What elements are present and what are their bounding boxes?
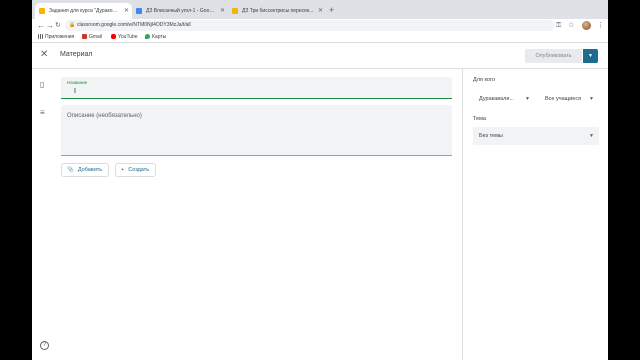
text-cursor-icon: I [74, 88, 76, 95]
apps-icon [38, 34, 43, 39]
browser-window: Задания для курса "Дуракова... ✕ ДЗ Впис… [32, 0, 608, 360]
tab-close-icon[interactable]: ✕ [124, 3, 129, 19]
create-button[interactable]: + Создать [115, 163, 157, 177]
bookmark-maps[interactable]: Карты [145, 32, 166, 42]
tab-title: ДЗ Три биссектрисы пересек... [242, 8, 314, 14]
reload-icon[interactable]: ↻ [55, 19, 61, 32]
caret-down-icon: ▼ [525, 96, 530, 102]
bookmarks-bar: Приложения Gmail YouTube Карты [32, 32, 608, 43]
lock-icon: 🔒 [69, 22, 76, 28]
more-menu-icon[interactable]: ⋮ [597, 19, 604, 32]
bookmark-label: YouTube [118, 34, 138, 40]
bookmark-label: Gmail [89, 34, 103, 40]
tab-homework-1[interactable]: ДЗ Вписанный угол-1 - Google... ✕ [132, 3, 228, 19]
classroom-favicon-icon [232, 8, 238, 14]
description-placeholder: Описание (необязательно) [67, 113, 142, 119]
title-field-label: Название [67, 80, 88, 85]
tab-classroom[interactable]: Задания для курса "Дуракова... ✕ [35, 3, 132, 19]
class-select[interactable]: Дуракавали... ▼ [473, 90, 535, 108]
title-input[interactable]: Название I [61, 77, 452, 99]
classroom-favicon-icon [39, 8, 45, 14]
caret-down-icon: ▼ [588, 53, 593, 59]
tab-title: Задания для курса "Дуракова... [49, 8, 120, 14]
bookmark-apps[interactable]: Приложения [38, 32, 74, 42]
profile-avatar[interactable] [582, 21, 591, 30]
create-label: Создать [128, 167, 150, 173]
app-header: ✕ Материал Опубликовать ▼ [32, 43, 608, 69]
new-tab-button[interactable]: + [329, 3, 334, 17]
url-text: classroom.google.com/w/NTM0NjI4ODY3MzJa/… [77, 22, 191, 28]
description-lines-icon: ≡ [40, 108, 45, 117]
close-icon[interactable]: ✕ [40, 49, 48, 61]
topic-select[interactable]: Без темы ▼ [473, 127, 599, 145]
material-icon: ▯ [40, 80, 45, 89]
add-label: Добавить [77, 167, 103, 173]
address-bar[interactable]: 🔒 classroom.google.com/w/NTM0NjI4ODY3MzJ… [65, 20, 555, 31]
add-attachment-button[interactable]: 📎 Добавить [61, 163, 110, 177]
gmail-icon [82, 34, 87, 39]
page-title: Материал [60, 51, 93, 58]
class-select-value: Дуракавали... [479, 96, 515, 102]
bookmark-label: Приложения [45, 34, 75, 40]
key-icon[interactable]: ⚿ [556, 19, 561, 32]
maps-icon [145, 34, 150, 39]
tab-homework-2[interactable]: ДЗ Три биссектрисы пересек... ✕ [228, 3, 326, 19]
star-icon[interactable]: ☆ [568, 19, 574, 32]
caret-down-icon: ▼ [589, 96, 594, 102]
topic-select-value: Без темы [479, 133, 503, 139]
docs-favicon-icon [136, 8, 142, 14]
publish-options-button[interactable]: ▼ [583, 49, 598, 63]
paperclip-icon: 📎 [67, 167, 74, 173]
students-select-value: Все учащиеся [545, 96, 582, 102]
help-icon[interactable]: ? [40, 341, 49, 350]
for-whom-label: Для кого [473, 77, 495, 83]
settings-panel: Для кого Дуракавали... ▼ Все учащиеся ▼ … [462, 69, 608, 360]
publish-button[interactable]: Опубликовать [525, 49, 582, 63]
tab-title: ДЗ Вписанный угол-1 - Google... [146, 8, 216, 14]
students-select[interactable]: Все учащиеся ▼ [539, 90, 599, 108]
description-input[interactable]: Описание (необязательно) [61, 105, 452, 156]
tab-close-icon[interactable]: ✕ [318, 3, 323, 19]
youtube-icon [111, 34, 116, 39]
topic-label: Тема [473, 116, 486, 122]
tab-strip: Задания для курса "Дуракова... ✕ ДЗ Впис… [32, 0, 608, 19]
forward-arrow-icon[interactable]: → [46, 19, 54, 32]
tab-close-icon[interactable]: ✕ [220, 3, 225, 19]
plus-icon: + [121, 167, 125, 173]
back-arrow-icon[interactable]: ← [37, 19, 45, 32]
bookmark-youtube[interactable]: YouTube [111, 32, 138, 42]
browser-toolbar: ← → ↻ 🔒 classroom.google.com/w/NTM0NjI4O… [32, 19, 608, 32]
main-content: ▯ ≡ Название I Описание (необязательно) … [32, 69, 462, 360]
caret-down-icon: ▼ [589, 133, 594, 139]
bookmark-gmail[interactable]: Gmail [82, 32, 102, 42]
bookmark-label: Карты [152, 34, 167, 40]
